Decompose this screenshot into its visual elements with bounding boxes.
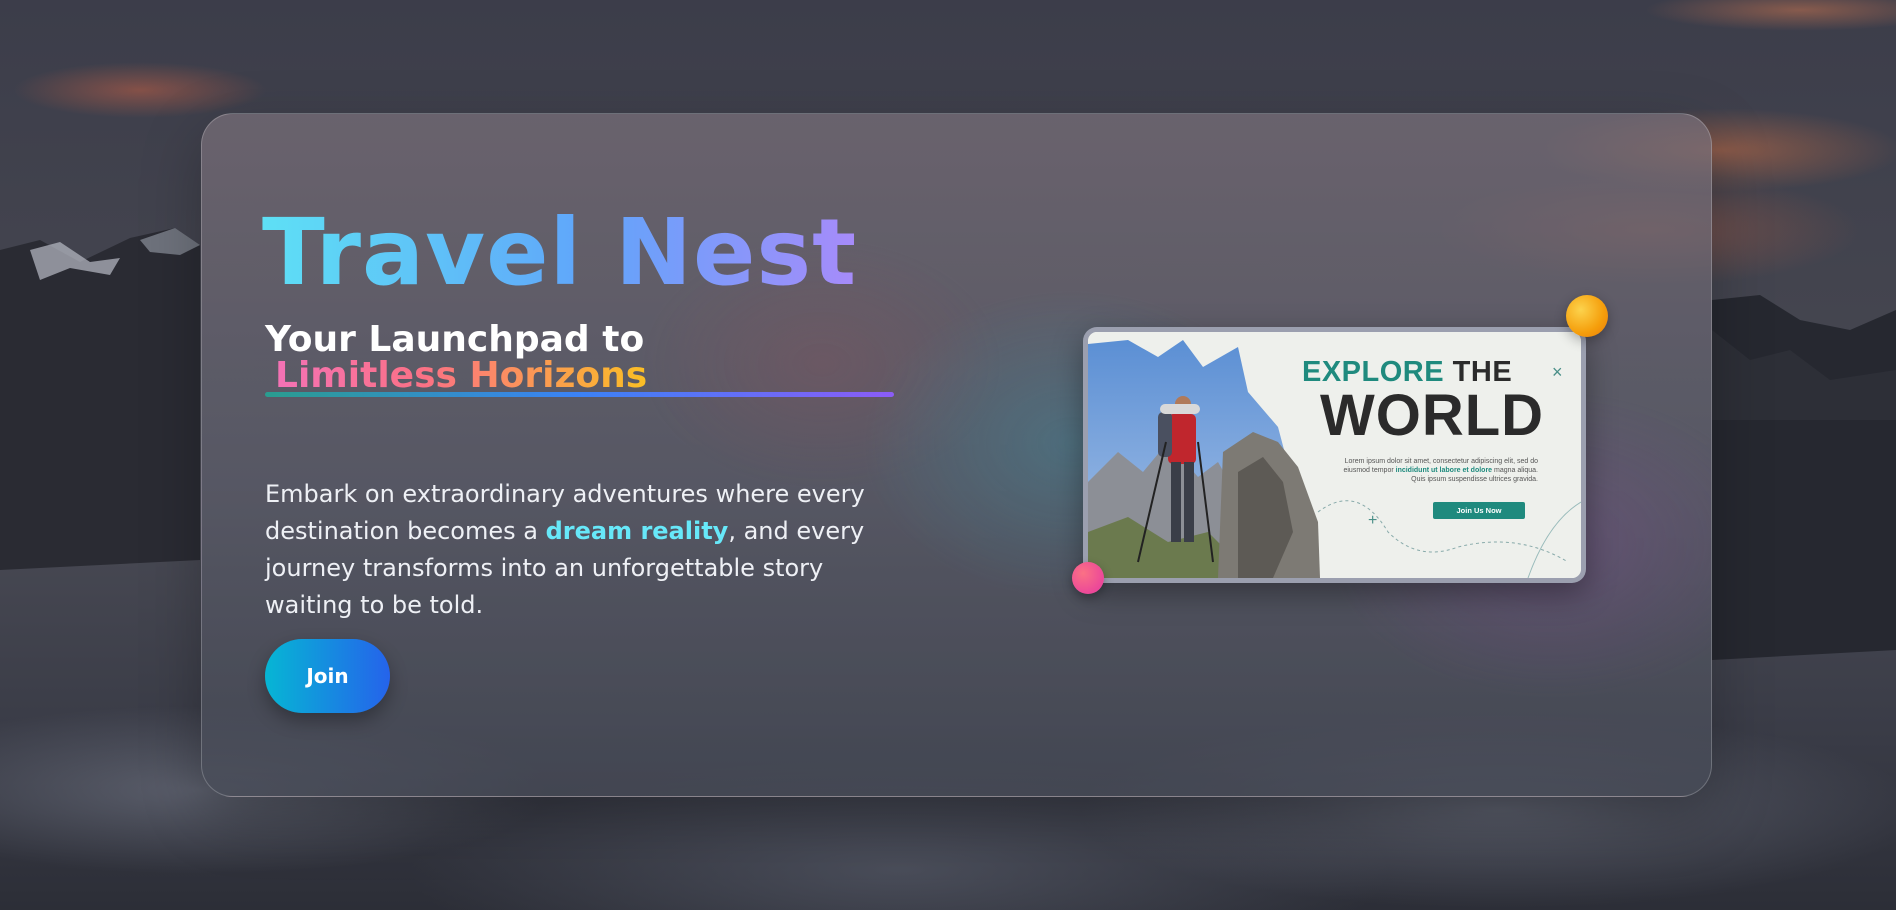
close-icon: × bbox=[1552, 362, 1563, 382]
tagline-underline bbox=[265, 392, 894, 397]
preview-join-us-button: Join Us Now bbox=[1433, 502, 1525, 519]
orange-orb bbox=[1566, 295, 1608, 337]
preview-lorem-highlight: incididunt ut labore et dolore bbox=[1395, 467, 1493, 474]
preview-image: EXPLORE THE WORLD × Lorem ipsum dolor si… bbox=[1083, 327, 1586, 583]
join-button[interactable]: Join bbox=[265, 639, 390, 713]
brand-title: Travel Nest bbox=[262, 199, 858, 306]
plus-icon: + bbox=[1368, 512, 1378, 529]
hero-description: Embark on extraordinary adventures where… bbox=[265, 476, 905, 624]
preview-world: WORLD bbox=[1320, 383, 1545, 448]
description-highlight: dream reality bbox=[545, 517, 729, 545]
pink-orb bbox=[1072, 562, 1104, 594]
preview-lorem: Lorem ipsum dolor sit amet, consectetur … bbox=[1338, 457, 1538, 484]
